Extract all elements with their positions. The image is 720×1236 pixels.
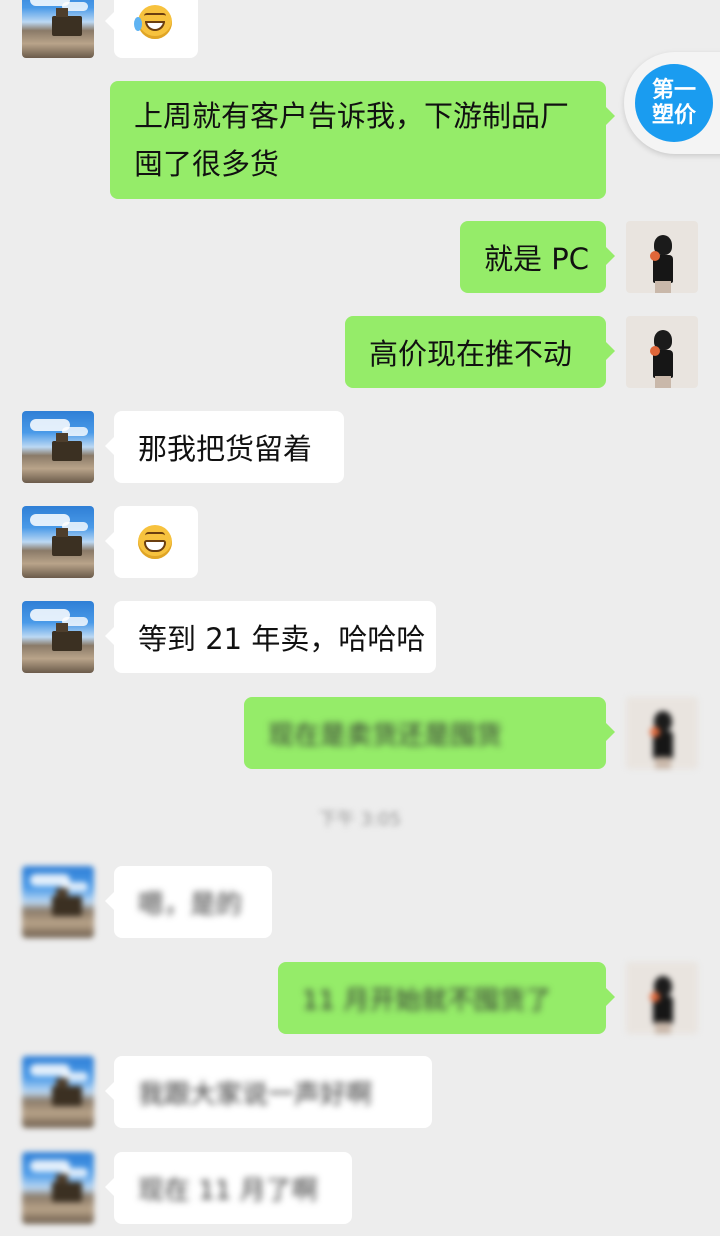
floating-badge[interactable]: 第一 塑价 (624, 52, 720, 154)
message-bubble-incoming[interactable] (105, 506, 198, 578)
hand-shape (650, 346, 660, 356)
locomotive-shape (52, 433, 82, 461)
message-text: 高价现在推不动 (369, 337, 573, 371)
hand-shape (650, 251, 660, 261)
contact-avatar[interactable] (22, 506, 94, 578)
legs-shape (655, 281, 671, 293)
message-bubble-incoming[interactable]: 那我把货留着 (105, 411, 344, 483)
laughing-tears-emoji (134, 5, 172, 39)
contact-avatar[interactable] (22, 866, 94, 938)
legs-shape (655, 376, 671, 388)
message-bubble-incoming[interactable]: 等到 21 年卖，哈哈哈 (105, 601, 436, 673)
badge-logo[interactable]: 第一 塑价 (635, 64, 713, 142)
chat-area[interactable]: 上周就有客户告诉我，下游制品厂囤了很多货 就是 PC 高价现在推不动 那我把货留… (0, 0, 720, 1236)
message-text: 上周就有客户告诉我，下游制品厂囤了很多货 (134, 99, 570, 181)
message-text: 那我把货留着 (138, 432, 313, 466)
message-bubble-incoming[interactable]: 现在 11 月了啊 (105, 1152, 352, 1224)
locomotive-shape (52, 1174, 82, 1202)
badge-line-1: 第一 (651, 78, 696, 103)
message-bubble-outgoing[interactable]: 就是 PC (460, 221, 615, 293)
user-avatar[interactable] (626, 697, 698, 769)
hand-shape (650, 992, 660, 1002)
message-bubble-outgoing[interactable]: 高价现在推不动 (345, 316, 615, 388)
locomotive-shape (52, 888, 82, 916)
message-text: 就是 PC (484, 242, 589, 276)
message-text: 嗯，是的 (138, 889, 243, 920)
user-avatar[interactable] (626, 221, 698, 293)
user-avatar[interactable] (626, 962, 698, 1034)
message-bubble-outgoing[interactable]: 11 月开始就不囤货了 (278, 962, 615, 1034)
message-text: 现在 11 月了啊 (138, 1175, 318, 1206)
grinning-emoji (138, 525, 172, 559)
badge-line-2: 塑价 (651, 103, 696, 128)
message-bubble-incoming[interactable]: 嗯，是的 (105, 866, 272, 938)
message-bubble-outgoing[interactable]: 上周就有客户告诉我，下游制品厂囤了很多货 (110, 81, 615, 199)
message-text: 11 月开始就不囤货了 (302, 985, 552, 1016)
legs-shape (655, 757, 671, 769)
locomotive-shape (52, 8, 82, 36)
message-text: 现在是卖货还是囤货 (268, 720, 503, 751)
contact-avatar[interactable] (22, 1056, 94, 1128)
message-text: 等到 21 年卖，哈哈哈 (138, 622, 426, 656)
tear-drop (134, 17, 142, 31)
user-avatar[interactable] (626, 316, 698, 388)
locomotive-shape (52, 623, 82, 651)
contact-avatar[interactable] (22, 411, 94, 483)
message-bubble-incoming[interactable]: 我跟大家说一声好啊 (105, 1056, 432, 1128)
locomotive-shape (52, 528, 82, 556)
message-bubble-outgoing[interactable]: 现在是卖货还是囤货 (244, 697, 615, 769)
contact-avatar[interactable] (22, 1152, 94, 1224)
hand-shape (650, 727, 660, 737)
chat-timestamp: 下午 3:05 (318, 809, 402, 830)
legs-shape (655, 1022, 671, 1034)
contact-avatar[interactable] (22, 601, 94, 673)
message-text: 我跟大家说一声好啊 (138, 1079, 373, 1110)
message-bubble-incoming[interactable] (105, 0, 198, 58)
contact-avatar[interactable] (22, 0, 94, 58)
locomotive-shape (52, 1078, 82, 1106)
